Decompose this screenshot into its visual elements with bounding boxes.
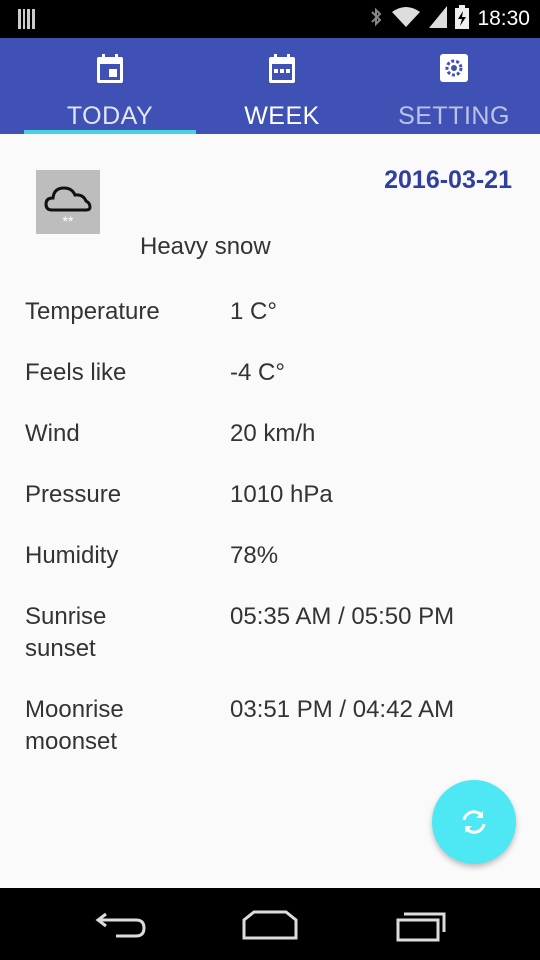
detail-value: 78% xyxy=(230,542,279,569)
home-icon[interactable] xyxy=(240,906,300,947)
calendar-today-icon xyxy=(96,54,124,89)
detail-label: Feels like xyxy=(25,359,127,386)
tab-indicator xyxy=(24,130,196,134)
detail-label: Sunrise sunset xyxy=(25,603,107,662)
status-bar: 18:30 xyxy=(0,0,540,38)
detail-value: 03:51 PM / 04:42 AM xyxy=(230,696,455,723)
svg-text:**: ** xyxy=(63,213,74,229)
recent-apps-icon[interactable] xyxy=(394,906,450,947)
refresh-icon xyxy=(462,810,486,834)
bluetooth-icon xyxy=(369,6,383,33)
detail-label: Temperature xyxy=(25,298,160,325)
detail-value: 1010 hPa xyxy=(230,481,333,508)
settings-icon xyxy=(440,54,468,87)
detail-label: Moonrise moonset xyxy=(25,696,124,755)
weather-condition: Heavy snow xyxy=(140,233,271,260)
tab-week-label: WEEK xyxy=(244,102,320,130)
detail-value: 05:35 AM / 05:50 PM xyxy=(230,603,455,630)
notification-barcode-icon xyxy=(18,9,36,34)
status-time: 18:30 xyxy=(477,7,530,30)
tab-bar: TODAY WEEK SETTING xyxy=(0,38,540,134)
detail-value: 1 C° xyxy=(230,298,277,325)
refresh-button[interactable] xyxy=(432,780,516,864)
detail-value: 20 km/h xyxy=(230,420,316,447)
wifi-icon xyxy=(391,6,421,33)
calendar-week-icon xyxy=(268,54,296,89)
detail-label: Humidity xyxy=(25,542,119,569)
tab-setting-label: SETTING xyxy=(398,102,510,130)
detail-label: Wind xyxy=(25,420,80,447)
snow-cloud-icon: ** xyxy=(36,170,100,234)
cell-signal-icon xyxy=(429,5,448,33)
tab-today[interactable]: TODAY xyxy=(24,38,196,134)
tab-setting[interactable]: SETTING xyxy=(368,38,540,134)
forecast-date: 2016-03-21 xyxy=(384,166,512,194)
navigation-bar xyxy=(0,888,540,960)
detail-label: Pressure xyxy=(25,481,122,508)
tab-week[interactable]: WEEK xyxy=(196,38,368,134)
tab-today-label: TODAY xyxy=(66,102,154,130)
detail-value: -4 C° xyxy=(230,359,285,386)
battery-icon xyxy=(455,4,470,34)
back-icon[interactable] xyxy=(94,906,148,947)
